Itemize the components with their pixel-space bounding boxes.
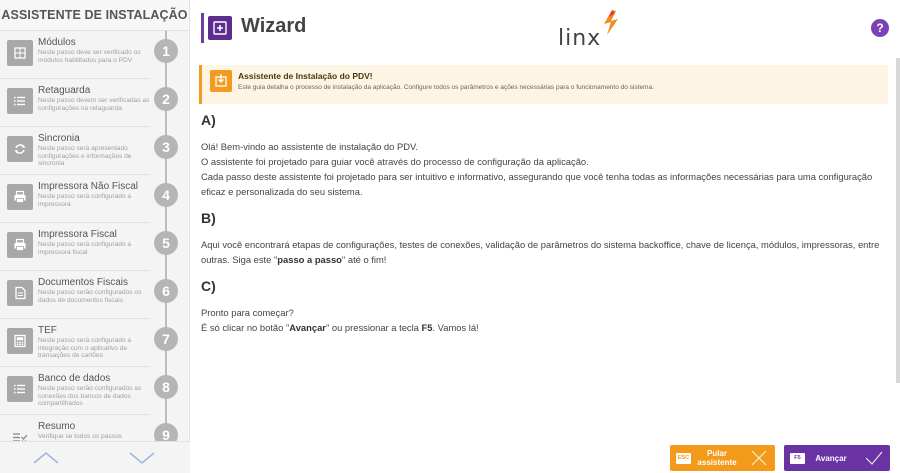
- step-title: Retaguarda: [38, 85, 91, 96]
- step-title: Sincronia: [38, 133, 80, 144]
- next-button[interactable]: F5 Avançar: [784, 445, 890, 471]
- step-item-impressora-fiscal[interactable]: Impressora Fiscal Neste passo será confi…: [0, 223, 190, 271]
- page-title: Wizard: [241, 15, 307, 37]
- section-b-bold: passo a passo: [277, 254, 342, 265]
- step-description: Neste passo será configurado a integraçã…: [38, 337, 132, 360]
- step-description: Neste passo deve ser verificado os módul…: [38, 49, 141, 64]
- logo-text: linx: [558, 26, 602, 51]
- scroll-up-button[interactable]: [32, 448, 60, 468]
- step-item-tef[interactable]: TEF Neste passo será configurado a integ…: [0, 319, 190, 367]
- scroll-down-button[interactable]: [128, 448, 156, 468]
- step-title: Documentos Fiscais: [38, 277, 129, 288]
- section-c-heading: C): [201, 278, 216, 294]
- info-banner: Assistente de Instalação do PDV! Este gu…: [199, 65, 888, 104]
- header: Wizard linx ?: [190, 0, 900, 56]
- section-c-text-3: . Vamos lá!: [432, 322, 479, 333]
- document-icon: [7, 280, 33, 306]
- close-icon: [751, 450, 767, 466]
- help-button[interactable]: ?: [871, 19, 889, 37]
- card-terminal-icon: [7, 328, 33, 354]
- step-number: 3: [154, 135, 178, 159]
- step-number: 2: [154, 87, 178, 111]
- skip-assistant-button[interactable]: ESC Pular assistente: [670, 445, 775, 471]
- step-number: 8: [154, 375, 178, 399]
- scrollbar[interactable]: [896, 58, 900, 383]
- step-title: TEF: [38, 325, 57, 336]
- section-a-line-3: Cada passo deste assistente foi projetad…: [201, 171, 873, 197]
- sidebar-footer: [0, 441, 190, 473]
- checklist-icon: [7, 424, 33, 441]
- printer-icon: [7, 232, 33, 258]
- esc-key-badge: ESC: [676, 453, 691, 464]
- wizard-icon: [208, 16, 232, 40]
- step-item-documentos-fiscais[interactable]: Documentos Fiscais Neste passo serão con…: [0, 271, 190, 319]
- banner-title: Assistente de Instalação do PDV!: [238, 71, 373, 81]
- step-description: Verifique se todos os passos: [38, 433, 122, 440]
- step-title: Módulos: [38, 37, 76, 48]
- step-number: 9: [154, 423, 178, 441]
- section-c-line-2: É só clicar no botão "Avançar" ou pressi…: [201, 320, 891, 335]
- step-item-modulos[interactable]: Módulos Neste passo deve ser verificado …: [0, 31, 190, 79]
- step-number: 1: [154, 39, 178, 63]
- install-icon: [210, 70, 232, 92]
- step-item-resumo[interactable]: Resumo Verifique se todos os passos 9: [0, 415, 190, 441]
- header-accent-bar: [201, 13, 204, 43]
- sidebar-title: ASSISTENTE DE INSTALAÇÃO: [0, 0, 189, 31]
- list-icon: [7, 88, 33, 114]
- step-number: 6: [154, 279, 178, 303]
- step-number: 7: [154, 327, 178, 351]
- step-item-impressora-nao-fiscal[interactable]: Impressora Não Fiscal Neste passo será c…: [0, 175, 190, 223]
- step-description: Neste passo serão configurados os dados …: [38, 289, 142, 304]
- f5-key-badge: F5: [790, 453, 805, 464]
- chevron-down-icon: [129, 452, 155, 465]
- skip-button-label: Pular assistente: [697, 449, 737, 467]
- banner-text: Este guia detalha o processo de instalaç…: [238, 84, 654, 91]
- section-c-bold-1: Avançar: [289, 322, 326, 333]
- step-title: Banco de dados: [38, 373, 111, 384]
- step-title: Impressora Fiscal: [38, 229, 117, 240]
- step-description: Neste passo será apresentado configuraçõ…: [38, 145, 132, 168]
- step-title: Impressora Não Fiscal: [38, 181, 139, 192]
- modules-icon: [7, 40, 33, 66]
- step-item-retaguarda[interactable]: Retaguarda Neste passo devem ser verific…: [0, 79, 190, 127]
- step-description: Neste passo serão configurados as conexõ…: [38, 385, 142, 408]
- step-list: Módulos Neste passo deve ser verificado …: [0, 31, 190, 441]
- section-c-text: Pronto para começar? É só clicar no botã…: [201, 305, 891, 335]
- sync-icon: [7, 136, 33, 162]
- section-b-text-2: " até o fim!: [341, 254, 387, 265]
- section-c-line-1: Pronto para começar?: [201, 307, 294, 318]
- chevron-up-icon: [33, 451, 59, 464]
- next-button-label: Avançar: [815, 454, 847, 463]
- section-a-text: Olá! Bem-vindo ao assistente de instalaç…: [201, 139, 891, 199]
- section-a-heading: A): [201, 112, 216, 128]
- step-title: Resumo: [38, 421, 76, 432]
- printer-icon: [7, 184, 33, 210]
- section-c-text-2: " ou pressionar a tecla: [325, 322, 422, 333]
- section-a-line-2: O assistente foi projetado para guiar vo…: [201, 156, 589, 167]
- check-icon: [865, 451, 883, 465]
- step-number: 4: [154, 183, 178, 207]
- linx-logo: linx: [558, 8, 624, 51]
- step-item-sincronia[interactable]: Sincronia Neste passo será apresentado c…: [0, 127, 190, 175]
- sidebar: ASSISTENTE DE INSTALAÇÃO Módulos Neste p…: [0, 0, 190, 473]
- database-icon: [7, 376, 33, 402]
- section-b-text: Aqui você encontrará etapas de configura…: [201, 237, 891, 267]
- step-description: Neste passo será configurado a impressor…: [38, 241, 132, 256]
- step-item-banco-de-dados[interactable]: Banco de dados Neste passo serão configu…: [0, 367, 190, 415]
- section-c-bold-2: F5: [421, 322, 433, 333]
- section-b-heading: B): [201, 210, 216, 226]
- step-number: 5: [154, 231, 178, 255]
- section-a-line-1: Olá! Bem-vindo ao assistente de instalaç…: [201, 141, 418, 152]
- step-description: Neste passo devem ser verificadas as con…: [38, 97, 150, 112]
- step-description: Neste passo será configurado a impressor…: [38, 193, 132, 208]
- section-c-text-1: É só clicar no botão ": [201, 322, 290, 333]
- lightning-icon: [604, 10, 618, 35]
- main-content: A) Olá! Bem-vindo ao assistente de insta…: [201, 112, 891, 335]
